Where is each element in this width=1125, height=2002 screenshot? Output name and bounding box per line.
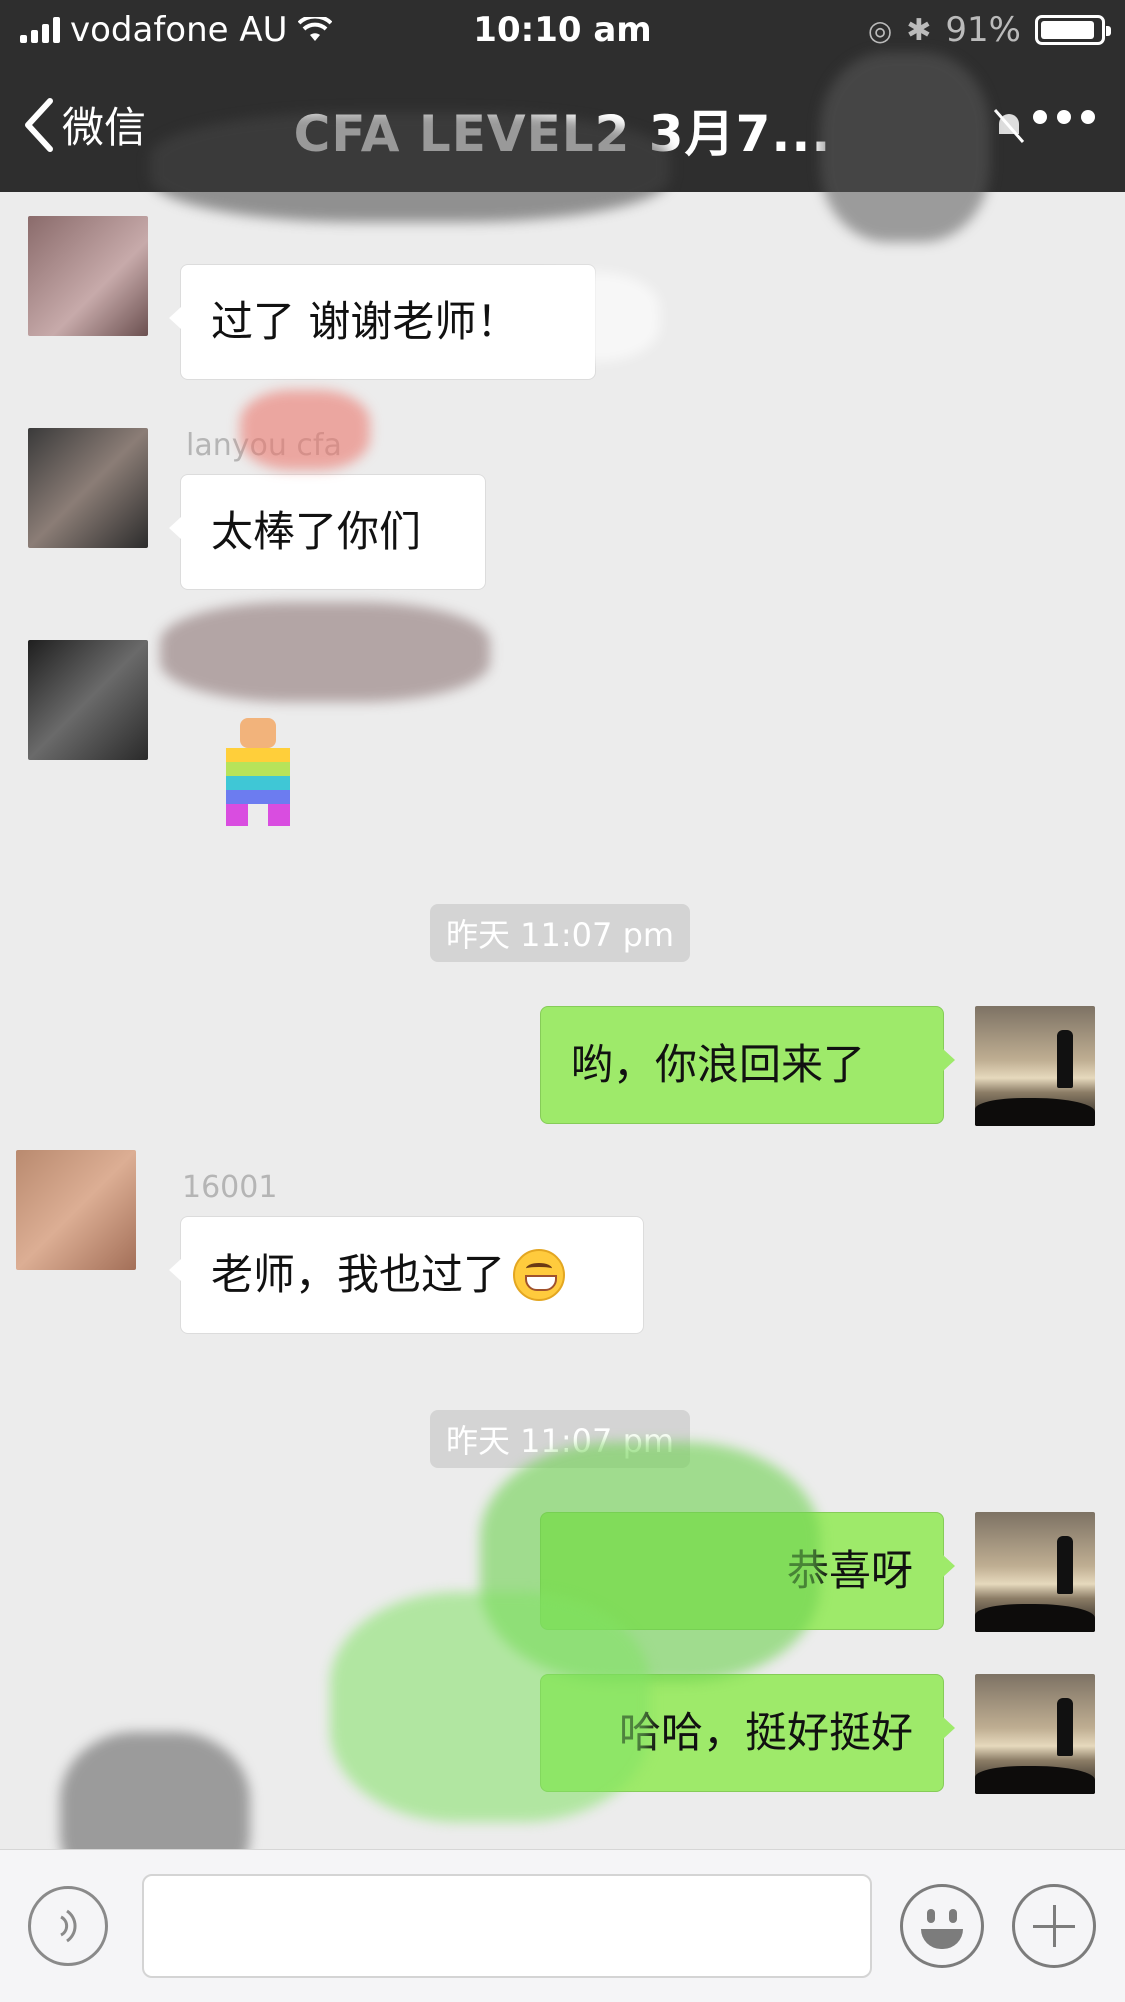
dot-icon: [1081, 110, 1095, 124]
dot-icon: [1033, 110, 1047, 124]
status-bar: vodafone AU 10:10 am ◎ ✱ 91%: [0, 0, 1125, 64]
lock-rotation-icon: ◎: [867, 13, 893, 47]
timestamp: 昨天 11:07 pm: [430, 904, 691, 962]
avatar[interactable]: [28, 216, 148, 336]
redaction-scribble: [820, 52, 990, 242]
self-avatar[interactable]: [975, 1674, 1095, 1794]
avatar[interactable]: [28, 640, 148, 760]
emoji-button[interactable]: [900, 1884, 984, 1968]
battery-icon: [1035, 15, 1111, 45]
message-text: 哟，你浪回来了: [571, 1040, 866, 1089]
redaction-scribble: [240, 390, 370, 470]
redaction-scribble: [160, 602, 490, 702]
avatar[interactable]: [16, 1150, 136, 1270]
voice-icon: [60, 1909, 77, 1943]
self-avatar[interactable]: [975, 1512, 1095, 1632]
status-right: ◎ ✱ 91%: [867, 10, 1111, 50]
redaction-scribble: [500, 272, 660, 362]
message-text: 过了 谢谢老师！: [211, 297, 519, 346]
avatar[interactable]: [28, 428, 148, 548]
mute-bell-icon: [993, 109, 1025, 143]
bluetooth-icon: ✱: [906, 12, 932, 48]
sender-name: 16001: [182, 1170, 278, 1205]
message-text: 太棒了你们: [211, 507, 422, 556]
more-functions-button[interactable]: [1012, 1884, 1096, 1968]
self-avatar[interactable]: [975, 1006, 1095, 1126]
rainbow-sticker[interactable]: [222, 718, 294, 828]
message-input[interactable]: [142, 1874, 872, 1978]
more-options-button[interactable]: [1033, 110, 1095, 124]
message-bubble[interactable]: 老师，我也过了: [169, 1216, 644, 1334]
message-text: 哈哈，挺好挺好: [618, 1708, 913, 1757]
battery-percent: 91%: [945, 10, 1021, 50]
voice-input-button[interactable]: [28, 1886, 108, 1966]
message-bubble[interactable]: 太棒了你们: [169, 474, 486, 590]
redaction-scribble: [330, 1592, 650, 1822]
message-text: 老师，我也过了: [211, 1250, 506, 1299]
redaction-scribble: [150, 112, 670, 222]
grin-emoji-icon: [513, 1249, 566, 1301]
smiley-icon: [927, 1909, 935, 1923]
dot-icon: [1057, 110, 1071, 124]
input-bar: [0, 1849, 1125, 2002]
self-message-bubble[interactable]: 哟，你浪回来了: [540, 1006, 955, 1124]
chat-history[interactable]: 过了 谢谢老师！ lanyou cfa 太棒了你们 昨天 11:07 pm 哟，…: [0, 52, 1125, 1902]
